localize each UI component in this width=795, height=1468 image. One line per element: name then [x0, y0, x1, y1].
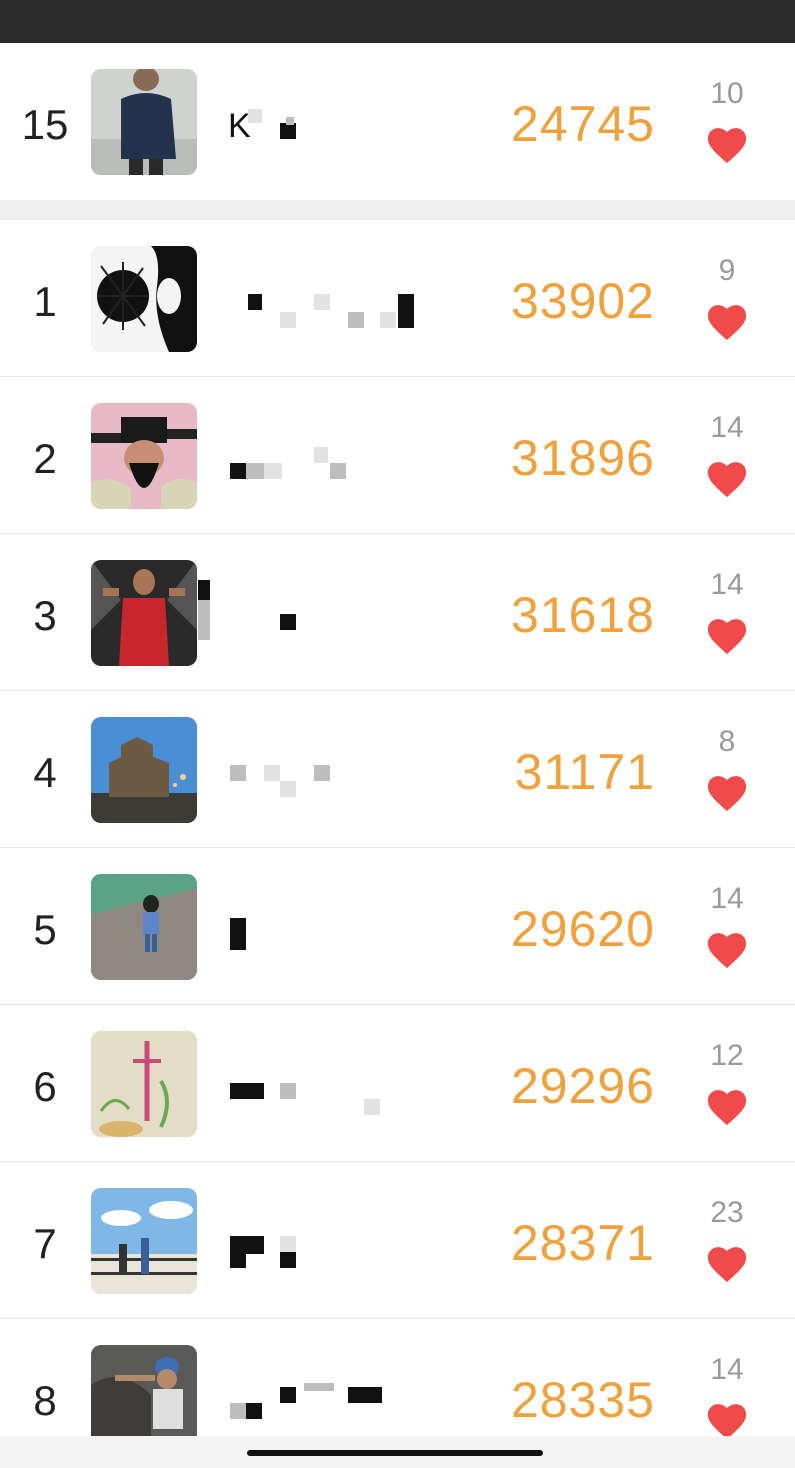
my-score: 24745 [510, 96, 655, 152]
heart-icon[interactable] [705, 1087, 749, 1127]
like-count: 8 [718, 725, 736, 758]
score: 31171 [514, 744, 655, 800]
avatar[interactable] [91, 1345, 197, 1436]
score: 31896 [510, 430, 655, 486]
leaderboard-row[interactable]: 6 29296 12 [0, 1005, 795, 1162]
avatar[interactable] [91, 717, 197, 823]
avatar[interactable] [91, 560, 197, 666]
my-like-count: 10 [710, 77, 744, 110]
avatar[interactable] [91, 874, 197, 980]
like-count: 14 [710, 568, 744, 601]
score: 28371 [510, 1215, 655, 1271]
avatar[interactable] [91, 1188, 197, 1294]
leaderboard-row[interactable]: 3 31618 14 [0, 534, 795, 691]
heart-icon[interactable] [705, 616, 749, 656]
score: 33902 [510, 273, 655, 329]
leaderboard-row[interactable]: 8 28335 14 [0, 1319, 795, 1436]
status-bar [0, 0, 795, 43]
rank-number: 8 [33, 1377, 57, 1424]
leaderboard-row[interactable]: 2 31896 14 [0, 377, 795, 534]
avatar[interactable] [91, 1031, 197, 1137]
like-count: 9 [718, 254, 736, 287]
like-count: 14 [710, 882, 744, 915]
rank-number: 5 [33, 906, 57, 953]
score: 28335 [510, 1372, 655, 1428]
like-count: 14 [710, 1353, 744, 1386]
leaderboard-row[interactable]: 5 29620 14 [0, 848, 795, 1005]
leaderboard-row[interactable]: 7 28371 23 [0, 1162, 795, 1319]
rank-number: 6 [33, 1063, 57, 1110]
heart-icon[interactable] [705, 773, 749, 813]
score: 29620 [510, 901, 655, 957]
avatar[interactable] [91, 246, 197, 352]
rank-number: 7 [33, 1220, 57, 1267]
like-count: 23 [710, 1196, 744, 1229]
home-indicator[interactable] [247, 1450, 543, 1456]
leaderboard-row[interactable]: 4 31171 8 [0, 691, 795, 848]
rank-number: 3 [33, 592, 57, 639]
rank-number: 4 [33, 749, 57, 796]
like-count: 14 [710, 411, 744, 444]
my-rank: 15 [21, 101, 69, 148]
leaderboard-row[interactable]: 1 33902 9 [0, 220, 795, 377]
heart-icon[interactable] [705, 930, 749, 970]
heart-icon[interactable] [705, 302, 749, 342]
avatar[interactable] [91, 69, 197, 175]
avatar[interactable] [91, 403, 197, 509]
rank-number: 1 [33, 278, 57, 325]
rank-number: 2 [33, 435, 57, 482]
score: 31618 [510, 587, 655, 643]
heart-icon[interactable] [705, 1401, 749, 1436]
heart-icon[interactable] [705, 1244, 749, 1284]
like-count: 12 [710, 1039, 744, 1072]
heart-icon[interactable] [705, 459, 749, 499]
heart-icon[interactable] [705, 125, 749, 165]
score: 29296 [510, 1058, 655, 1114]
my-rank-row[interactable]: 15 K 24745 10 [0, 43, 795, 200]
section-gap [0, 200, 795, 220]
